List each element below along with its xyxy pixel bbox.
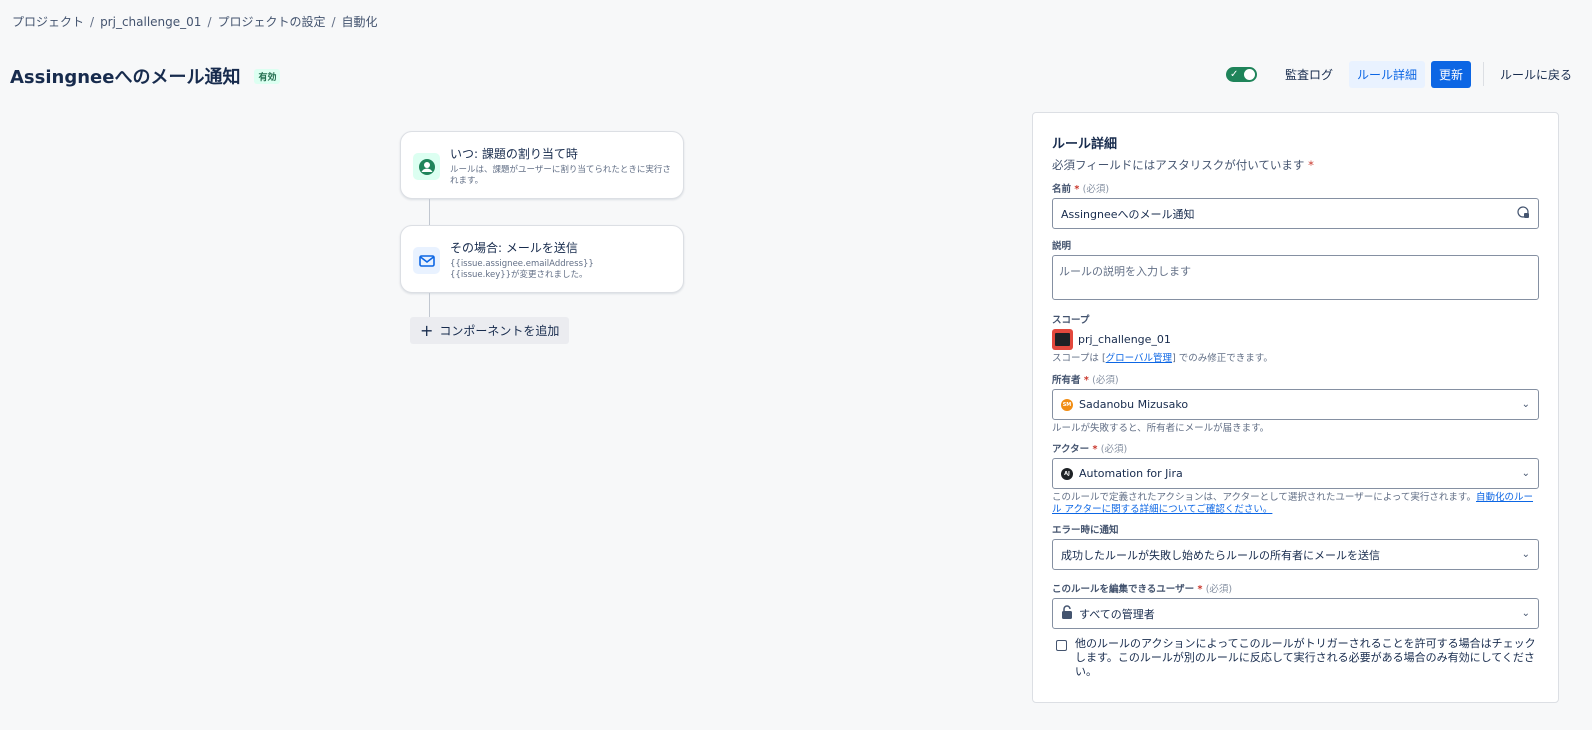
panel-title: ルール詳細 (1052, 137, 1118, 152)
trigger-node[interactable]: いつ: 課題の割り当て時 ルールは、課題がユーザーに割り当てられたときに実行され… (400, 131, 684, 199)
global-admin-link[interactable]: グローバル管理 (1106, 353, 1172, 364)
add-component-button[interactable]: + コンポーネントを追加 (410, 317, 570, 344)
chevron-down-icon: ⌄ (1521, 549, 1530, 560)
owner-label-text: 所有者 (1052, 375, 1081, 386)
password-manager-icon[interactable] (1517, 205, 1530, 222)
description-field[interactable]: ルールの説明を入力します (1052, 255, 1539, 300)
breadcrumb-project-settings[interactable]: プロジェクトの設定 (217, 13, 325, 30)
breadcrumb-separator: / (207, 14, 212, 29)
editors-value: すべての管理者 (1079, 607, 1155, 621)
owner-help: ルールが失敗すると、所有者にメールが届きます。 (1052, 423, 1270, 434)
actor-help-text: このルールで定義されたアクションは、アクターとして選択されたユーザーによって実行… (1052, 492, 1476, 503)
scope-help-suffix: ] でのみ修正できます。 (1172, 353, 1273, 364)
back-to-rules-button[interactable]: ルールに戻る (1492, 61, 1580, 88)
name-label: 名前 * (必須) (1052, 181, 1539, 195)
required-asterisk: * (1197, 584, 1203, 595)
action-title: その場合: メールを送信 (450, 241, 578, 255)
rule-flow: いつ: 課題の割り当て時 ルールは、課題がユーザーに割り当てられたときに実行され… (400, 131, 684, 344)
owner-select[interactable]: SM Sadanobu Mizusako ⌄ (1052, 389, 1539, 420)
toolbar-divider (1482, 62, 1484, 86)
required-note-text: 必須フィールドにはアスタリスクが付いています (1052, 158, 1305, 172)
breadcrumb: プロジェクト / prj_challenge_01 / プロジェクトの設定 / … (12, 13, 378, 30)
required-asterisk: * (1083, 375, 1089, 386)
breadcrumb-project-name[interactable]: prj_challenge_01 (100, 15, 201, 29)
scope-help-prefix: スコープは [ (1052, 353, 1106, 364)
editors-label: このルールを編集できるユーザー * (必須) (1052, 581, 1539, 595)
required-hint: (必須) (1205, 584, 1233, 595)
actor-value: Automation for Jira (1079, 467, 1183, 480)
trigger-title: いつ: 課題の割り当て時 (450, 147, 578, 161)
allow-rule-trigger-label: 他のルールのアクションによってこのルールがトリガーされることを許可する場合はチェ… (1075, 637, 1536, 678)
required-asterisk: * (1092, 444, 1098, 455)
required-hint: (必須) (1092, 375, 1119, 386)
unlock-icon (1061, 605, 1073, 622)
chevron-down-icon: ⌄ (1521, 468, 1530, 479)
scope-value: prj_challenge_01 (1052, 329, 1539, 350)
flow-connector (429, 293, 430, 317)
owner-value: Sadanobu Mizusako (1079, 398, 1189, 411)
breadcrumb-automation[interactable]: 自動化 (342, 13, 378, 30)
name-label-text: 名前 (1052, 184, 1072, 195)
toggle-knob (1243, 68, 1255, 80)
error-notify-value: 成功したルールが失敗し始めたらルールの所有者にメールを送信 (1061, 548, 1380, 562)
audit-log-button[interactable]: 監査ログ (1277, 61, 1341, 88)
project-icon (1052, 329, 1073, 350)
update-button[interactable]: 更新 (1430, 60, 1471, 88)
required-hint: (必須) (1100, 444, 1128, 455)
chevron-down-icon: ⌄ (1521, 399, 1530, 410)
rule-details-panel: ルール詳細 必須フィールドにはアスタリスクが付いています * 名前 * (必須)… (1032, 112, 1559, 703)
status-badge: 有効 (254, 68, 281, 84)
error-notify-select[interactable]: 成功したルールが失敗し始めたらルールの所有者にメールを送信 ⌄ (1052, 539, 1539, 570)
chevron-down-icon: ⌄ (1521, 608, 1530, 619)
action-recipient: {{issue.assignee.emailAddress}} (450, 259, 594, 269)
avatar: AJ (1061, 467, 1073, 480)
scope-help: スコープは [グローバル管理] でのみ修正できます。 (1052, 353, 1539, 365)
actor-select[interactable]: AJ Automation for Jira ⌄ (1052, 458, 1539, 489)
editors-select[interactable]: すべての管理者 ⌄ (1052, 598, 1539, 629)
required-hint: (必須) (1082, 184, 1110, 195)
trigger-description: ルールは、課題がユーザーに割り当てられたときに実行されます。 (450, 165, 671, 186)
error-notify-label: エラー時に通知 (1052, 525, 1119, 536)
actor-label: アクター * (必須) (1052, 441, 1539, 455)
editors-label-text: このルールを編集できるユーザー (1052, 584, 1195, 595)
breadcrumb-project[interactable]: プロジェクト (12, 13, 84, 30)
actor-label-text: アクター (1052, 444, 1090, 455)
add-component-label: コンポーネントを追加 (439, 324, 560, 338)
page-title: Assingneeへのメール通知 (10, 67, 241, 88)
actor-help: このルールで定義されたアクションは、アクターとして選択されたユーザーによって実行… (1052, 492, 1539, 516)
action-node[interactable]: その場合: メールを送信 {{issue.assignee.emailAddre… (400, 225, 684, 293)
flow-connector (429, 199, 430, 225)
scope-project-name: prj_challenge_01 (1078, 333, 1171, 346)
allow-rule-trigger-row: 他のルールのアクションによってこのルールがトリガーされることを許可する場合はチェ… (1052, 637, 1539, 679)
title-row: Assingneeへのメール通知 有効 (10, 63, 281, 89)
required-asterisk: * (1308, 158, 1314, 172)
avatar: SM (1061, 398, 1073, 411)
scope-label: スコープ (1052, 315, 1090, 326)
description-label: 説明 (1052, 241, 1072, 252)
rule-enabled-toggle[interactable]: ✓ (1225, 66, 1257, 82)
required-asterisk: * (1074, 184, 1080, 195)
toolbar: ✓ 監査ログ ルール詳細 更新 ルールに戻る (1225, 60, 1580, 88)
breadcrumb-separator: / (331, 14, 336, 29)
owner-label: 所有者 * (必須) (1052, 372, 1539, 386)
breadcrumb-separator: / (90, 14, 95, 29)
mail-icon (413, 247, 440, 274)
rule-details-button[interactable]: ルール詳細 (1348, 60, 1425, 88)
check-icon: ✓ (1229, 68, 1239, 80)
name-value: Assingneeへのメール通知 (1061, 207, 1195, 221)
action-subject: {{issue.key}}が変更されました。 (450, 270, 588, 280)
name-field[interactable]: Assingneeへのメール通知 (1052, 198, 1539, 229)
allow-rule-trigger-checkbox[interactable] (1056, 640, 1067, 651)
required-note: 必須フィールドにはアスタリスクが付いています * (1052, 157, 1539, 173)
user-icon (413, 153, 440, 180)
plus-icon: + (420, 320, 434, 340)
